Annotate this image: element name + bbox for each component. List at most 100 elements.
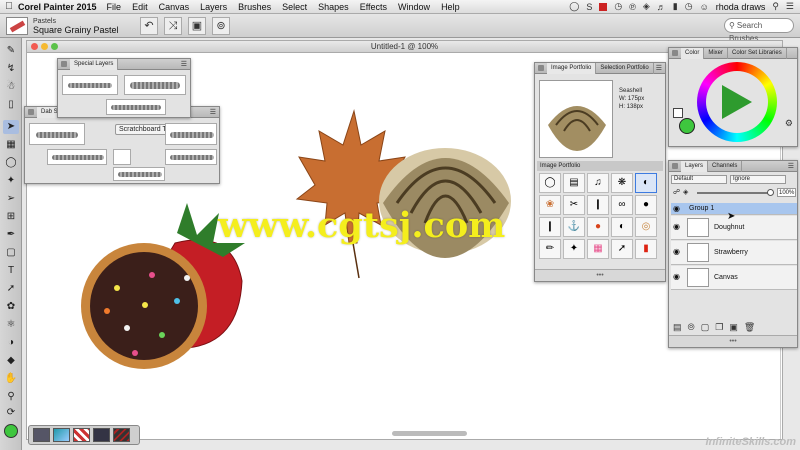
new-layer-icon[interactable]: ❐ (715, 322, 723, 333)
brush-tool-icon[interactable]: ✎ (3, 44, 19, 58)
rubber-stamp-icon[interactable]: ⚛ (3, 318, 19, 332)
record-icon[interactable] (599, 2, 608, 11)
image-tool-icon[interactable]: ▣ (188, 17, 206, 35)
portfolio-thumb-chain[interactable]: ∞ (611, 195, 633, 215)
rectangle-icon[interactable]: ▢ (3, 246, 19, 260)
menu-file[interactable]: File (107, 2, 122, 12)
delete-layer-icon[interactable]: 🗑 (744, 322, 755, 333)
close-window-button[interactable] (31, 43, 38, 50)
spotlight-icon[interactable]: ⚲ (772, 1, 779, 12)
portfolio-thumb-doughnut[interactable]: ◎ (635, 217, 657, 237)
preserve-dropdown[interactable]: Ignore (730, 175, 786, 184)
portfolio-thumb-needle[interactable]: ➚ (611, 239, 633, 259)
menu-canvas[interactable]: Canvas (159, 2, 190, 12)
composite-method-dropdown[interactable]: Default (671, 175, 727, 184)
portfolio-thumb-brush[interactable]: ✏ (539, 239, 561, 259)
tab-color-set-libraries[interactable]: Color Set Libraries (728, 47, 787, 59)
dab-thumbnail[interactable] (62, 75, 118, 95)
paint-bucket-icon[interactable]: ☃ (3, 80, 19, 94)
menu-help[interactable]: Help (441, 2, 460, 12)
portfolio-thumb-rock[interactable]: ● (635, 195, 657, 215)
move-tool-icon[interactable]: ⤨ (164, 17, 182, 35)
close-panel-icon[interactable] (28, 109, 34, 115)
lock-icon[interactable]: ☍ (673, 188, 680, 198)
apple-icon[interactable]:  (0, 1, 18, 12)
rotate-page-icon[interactable]: ⟳ (3, 406, 19, 420)
portfolio-thumb-screw[interactable]: ❙ (539, 217, 561, 237)
portfolio-preview[interactable] (539, 80, 613, 158)
visibility-eye-icon[interactable]: ◉ (673, 204, 680, 213)
user-icon[interactable]: ☺ (700, 2, 709, 12)
portfolio-thumb-seashell[interactable]: ◐ (635, 173, 657, 193)
visibility-eye-icon[interactable]: ◉ (673, 222, 680, 231)
panel-menu-icon[interactable]: ☰ (656, 64, 662, 72)
paper-selector-icon[interactable] (33, 428, 50, 442)
portfolio-thumb-pin[interactable]: ❙ (587, 195, 609, 215)
portfolio-thumb-shell[interactable]: ◐ (611, 217, 633, 237)
dynamic-plugins-icon[interactable]: ⦾ (688, 322, 695, 333)
zoom-window-button[interactable] (51, 43, 58, 50)
look-selector-icon[interactable] (113, 428, 130, 442)
dab-thumbnail[interactable] (106, 99, 166, 115)
additional-color-chip[interactable] (673, 108, 683, 118)
pen-icon[interactable]: ✒ (3, 228, 19, 242)
portfolio-thumb-pliers[interactable]: ✂ (563, 195, 585, 215)
color-wheel[interactable] (697, 62, 777, 142)
layer-row-canvas[interactable]: ◉ Canvas (671, 266, 797, 290)
portfolio-thumb-candle[interactable]: ▮ (635, 239, 657, 259)
portfolio-thumb-leaf[interactable]: ❀ (539, 195, 561, 215)
nozzle-selector-icon[interactable] (93, 428, 110, 442)
dab-thumbnail[interactable] (29, 123, 85, 145)
text-icon[interactable]: T (3, 264, 19, 278)
bluetooth-icon[interactable]: ℗ (629, 2, 636, 12)
user-name[interactable]: rhoda draws (716, 2, 766, 12)
opacity-value[interactable]: 100% (777, 188, 797, 197)
new-group-icon[interactable]: ▢ (701, 322, 710, 333)
color-settings-icon[interactable]: ⚙ (785, 118, 793, 129)
brush-selector[interactable]: Pastels Square Grainy Pastel (6, 16, 136, 36)
panel-resize-handle[interactable]: ••• (669, 335, 797, 347)
panel-menu-icon[interactable]: ☰ (788, 162, 794, 170)
selection-adjuster-icon[interactable]: ➢ (3, 192, 19, 206)
app-name-menu[interactable]: Corel Painter 2015 (18, 2, 97, 12)
opacity-slider[interactable] (697, 192, 769, 194)
dab-thumbnail[interactable] (113, 149, 131, 165)
close-panel-icon[interactable] (672, 163, 678, 169)
close-panel-icon[interactable] (672, 50, 678, 56)
portfolio-thumb-violin[interactable]: ♫ (587, 173, 609, 193)
dropper-tool-icon[interactable]: ↯ (3, 62, 19, 76)
gradient-selector-icon[interactable] (53, 428, 70, 442)
transform-icon[interactable]: ▦ (3, 138, 19, 152)
menu-effects[interactable]: Effects (360, 2, 387, 12)
close-panel-icon[interactable] (61, 61, 67, 67)
panel-menu-icon[interactable]: ☰ (210, 108, 216, 116)
dodge-icon[interactable]: ◑ (3, 336, 19, 350)
mirror-icon[interactable]: ◆ (3, 354, 19, 368)
main-color-swatch[interactable] (679, 118, 695, 134)
panel-resize-handle[interactable]: ••• (535, 269, 665, 281)
dab-thumbnail[interactable] (165, 149, 217, 165)
horizontal-scrollbar[interactable] (392, 431, 467, 436)
layer-commands-icon[interactable]: ▤ (673, 322, 682, 333)
mask-icon[interactable]: ▣ (729, 322, 738, 333)
transform-tool-icon[interactable]: ⊚ (212, 17, 230, 35)
pattern-selector-icon[interactable] (73, 428, 90, 442)
visibility-eye-icon[interactable]: ◉ (673, 247, 680, 256)
layer-row-strawberry[interactable]: ◉ Strawberry (671, 241, 797, 265)
volume-icon[interactable]: ♬ (657, 2, 666, 12)
menu-shapes[interactable]: Shapes (318, 2, 349, 12)
portfolio-thumb-jack[interactable]: ✦ (563, 239, 585, 259)
portfolio-thumb-tomato[interactable]: ● (587, 217, 609, 237)
grabber-icon[interactable]: ✋ (3, 372, 19, 386)
magnifier-icon[interactable]: ⚲ (3, 390, 19, 404)
portfolio-thumb-piano[interactable]: ▤ (563, 173, 585, 193)
clock-icon[interactable]: ◷ (685, 1, 693, 12)
reset-tool-icon[interactable]: ↶ (140, 17, 158, 35)
panel-menu-icon[interactable]: ☰ (181, 60, 187, 68)
notification-icon[interactable]: ☰ (786, 1, 794, 12)
portfolio-thumb-lace[interactable]: ❋ (611, 173, 633, 193)
shape-selection-icon[interactable]: ➚ (3, 282, 19, 296)
search-brushes-input[interactable]: ⚲ Search Brushes (724, 18, 794, 43)
portfolio-thumb-candy[interactable]: ▦ (587, 239, 609, 259)
tab-layers[interactable]: Layers (681, 160, 709, 172)
